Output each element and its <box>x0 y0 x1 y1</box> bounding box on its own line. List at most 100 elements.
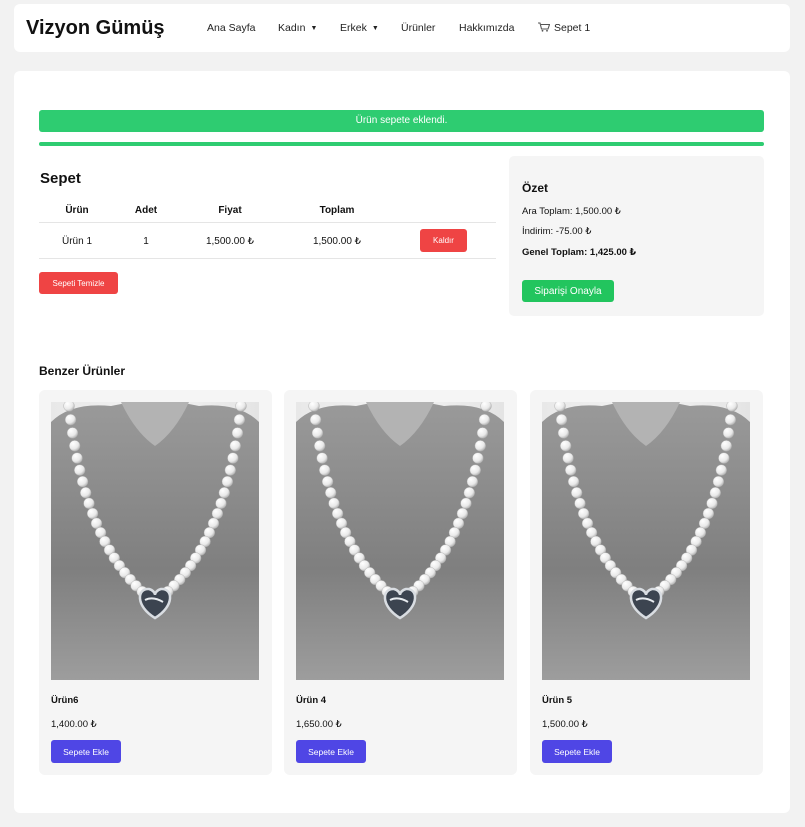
pearl <box>466 475 479 488</box>
pearl <box>554 402 566 412</box>
product-card[interactable]: Ürün 4 1,650.00 ₺ Sepete Ekle <box>284 390 517 775</box>
product-name: Ürün 5 <box>542 695 573 706</box>
add-to-cart-button[interactable]: Sepete Ekle <box>542 740 612 763</box>
pearl <box>724 414 737 426</box>
pearl <box>215 497 227 509</box>
pearl <box>311 427 324 439</box>
product-name: Ürün6 <box>51 695 79 706</box>
product-price: 1,650.00 ₺ <box>296 719 342 730</box>
pearl-necklace-illustration <box>51 402 259 680</box>
pearl <box>480 402 492 412</box>
cart-title: Sepet <box>40 170 81 187</box>
pearl <box>322 475 334 488</box>
product-card[interactable]: Ürün 5 1,500.00 ₺ Sepete Ekle <box>530 390 763 775</box>
chevron-down-icon: ▼ <box>310 25 318 32</box>
pearl <box>221 475 234 488</box>
chevron-down-icon: ▼ <box>371 25 379 32</box>
pearl <box>86 507 99 520</box>
pearl <box>556 414 568 426</box>
nav-products[interactable]: Ürünler <box>401 22 435 34</box>
pearl <box>472 452 484 464</box>
product-name: Ürün 4 <box>296 695 327 706</box>
cell-quantity: 1 <box>143 236 149 247</box>
summary-grand-total: Genel Toplam: 1,425.00 ₺ <box>522 247 637 258</box>
pearl <box>65 414 77 426</box>
column-header-total: Toplam <box>319 205 355 216</box>
column-header-price: Fiyat <box>218 205 242 216</box>
pearl <box>557 427 570 439</box>
table-row: Ürün 1 1 1,500.00 ₺ 1,500.00 ₺ Kaldır <box>39 223 496 259</box>
navbar: Vizyon Gümüş Ana Sayfa Kadın ▼ Erkek ▼ Ürü… <box>14 4 790 52</box>
nav-cart[interactable]: Sepet 1 <box>538 22 590 34</box>
nav-women-label: Kadın <box>278 22 306 34</box>
pearl <box>726 402 738 412</box>
pearl <box>63 402 75 412</box>
clear-cart-button[interactable]: Sepeti Temizle <box>39 272 118 294</box>
pearl <box>463 487 475 499</box>
column-header-quantity: Adet <box>134 205 158 216</box>
product-card[interactable]: Ürün6 1,400.00 ₺ Sepete Ekle <box>39 390 272 775</box>
remove-item-button[interactable]: Kaldır <box>420 229 467 252</box>
add-to-cart-button[interactable]: Sepete Ekle <box>296 740 366 763</box>
nav-home[interactable]: Ana Sayfa <box>207 22 255 34</box>
pearl <box>224 464 236 476</box>
pearl <box>325 487 337 499</box>
cell-product: Ürün 1 <box>61 236 92 247</box>
brand-logo[interactable]: Vizyon Gümüş <box>26 17 165 40</box>
nav-home-label: Ana Sayfa <box>207 22 256 34</box>
pearl <box>722 427 735 439</box>
cart-icon <box>538 22 550 32</box>
pearl <box>69 440 81 452</box>
order-summary-panel: Özet Ara Toplam: 1,500.00 ₺ İndirim: -75… <box>509 156 764 316</box>
nav-about[interactable]: Hakkımızda <box>459 22 514 34</box>
product-image[interactable] <box>542 402 750 680</box>
pearl <box>74 464 86 476</box>
product-price: 1,400.00 ₺ <box>51 719 97 730</box>
pearl <box>474 440 486 452</box>
nav-men-dropdown[interactable]: Erkek ▼ <box>340 22 379 34</box>
pearl <box>562 452 574 464</box>
add-to-cart-button[interactable]: Sepete Ekle <box>51 740 121 763</box>
pearl <box>83 497 95 509</box>
confirm-order-button[interactable]: Siparişi Onayla <box>522 280 614 302</box>
nav-women-dropdown[interactable]: Kadın ▼ <box>278 22 317 34</box>
nav-products-label: Ürünler <box>401 22 436 34</box>
pearl <box>456 507 469 520</box>
pearl-necklace-illustration <box>542 402 750 680</box>
pearl <box>568 475 580 488</box>
pearl <box>328 497 340 509</box>
pearl <box>706 497 718 509</box>
cart-table: Ürün Adet Fiyat Toplam Ürün 1 1 1,500.00… <box>39 200 496 259</box>
pearl <box>229 440 241 452</box>
pearl <box>469 464 481 476</box>
pearl <box>316 452 328 464</box>
pearl <box>331 507 344 520</box>
pearl <box>66 427 79 439</box>
main-content: Ürün sepete eklendi. Sepet Ürün Adet Fiy… <box>14 71 790 813</box>
pearl <box>560 440 572 452</box>
nav-about-label: Hakkımızda <box>459 22 515 34</box>
pearl <box>227 452 239 464</box>
similar-products-title: Benzer Ürünler <box>39 364 126 378</box>
cell-price: 1,500.00 ₺ <box>205 236 255 247</box>
success-alert: Ürün sepete eklendi. <box>39 110 764 132</box>
nav-men-label: Erkek <box>340 22 367 34</box>
summary-subtotal: Ara Toplam: 1,500.00 ₺ <box>522 206 621 217</box>
product-image[interactable] <box>296 402 504 680</box>
cart-table-header: Ürün Adet Fiyat Toplam <box>39 200 496 223</box>
pearl <box>231 427 244 439</box>
pearl <box>235 402 247 412</box>
pearl <box>218 487 230 499</box>
pearl <box>71 452 83 464</box>
pearl <box>308 402 320 412</box>
pearl <box>476 427 489 439</box>
pearl <box>211 507 224 520</box>
pearl <box>565 464 577 476</box>
summary-discount: İndirim: -75.00 ₺ <box>522 226 592 237</box>
pearl-necklace-illustration <box>296 402 504 680</box>
nav-cart-label: Sepet 1 <box>554 22 591 34</box>
pearl <box>712 475 725 488</box>
cell-total: 1,500.00 ₺ <box>312 236 362 247</box>
pearl <box>577 507 590 520</box>
product-image[interactable] <box>51 402 259 680</box>
